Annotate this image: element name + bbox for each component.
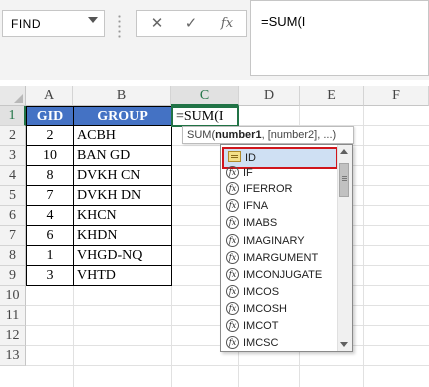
function-icon: fx <box>226 319 239 332</box>
autocomplete-item-label: IFNA <box>243 200 269 212</box>
tooltip-current-argument: number1 <box>215 129 262 141</box>
row-header-13[interactable]: 13 <box>0 346 26 366</box>
formula-bar-splitter[interactable] <box>118 14 121 38</box>
function-icon: fx <box>226 199 239 212</box>
autocomplete-item-imabs[interactable]: fx IMABS <box>222 215 340 231</box>
row-header-3[interactable]: 3 <box>0 146 26 166</box>
table-cell-group[interactable]: BAN GD <box>73 146 172 166</box>
table-cell-group[interactable]: DVKH DN <box>73 186 172 206</box>
table-cell-group[interactable]: VHTD <box>73 266 172 286</box>
function-icon: fx <box>226 302 239 315</box>
table-cell-group[interactable]: VHGD-NQ <box>73 246 172 266</box>
column-header-f[interactable]: F <box>364 86 429 106</box>
row-header-4[interactable]: 4 <box>0 166 26 186</box>
function-icon: fx <box>226 268 239 281</box>
formula-autocomplete-list[interactable]: ID fx IF fx IFERROR fx IFNA fx IMABS fx … <box>220 144 353 352</box>
table-cell-gid[interactable]: 8 <box>26 166 74 186</box>
scroll-up-arrow-icon[interactable] <box>340 149 348 154</box>
autocomplete-item-imcot[interactable]: fx IMCOT <box>222 318 340 334</box>
row-header-7[interactable]: 7 <box>0 226 26 246</box>
function-icon: fx <box>226 182 239 195</box>
autocomplete-item-if[interactable]: fx IF <box>222 165 340 181</box>
column-header-e[interactable]: E <box>300 86 364 106</box>
row-header-6[interactable]: 6 <box>0 206 26 226</box>
table-cell-group[interactable]: DVKH CN <box>73 166 172 186</box>
name-box[interactable]: FIND <box>2 10 105 37</box>
table-cell-gid[interactable]: 1 <box>26 246 74 266</box>
function-icon: fx <box>226 166 239 179</box>
scrollbar-grip-icon <box>342 176 347 177</box>
function-icon: fx <box>226 251 239 264</box>
autocomplete-item-label: IMABS <box>243 217 278 229</box>
table-cell-group[interactable]: KHDN <box>73 226 172 246</box>
column-header-c[interactable]: C <box>171 86 239 106</box>
tooltip-remaining-arguments: , [number2], ...) <box>261 129 337 141</box>
autocomplete-item-imcos[interactable]: fx IMCOS <box>222 284 340 300</box>
function-icon: fx <box>226 285 239 298</box>
row-header-9[interactable]: 9 <box>0 266 26 286</box>
function-icon: fx <box>226 234 239 247</box>
function-icon: fx <box>226 216 239 229</box>
table-cell-gid[interactable]: 2 <box>26 126 74 146</box>
autocomplete-item-label: IMCONJUGATE <box>243 269 323 281</box>
autocomplete-item-imconjugate[interactable]: fx IMCONJUGATE <box>222 267 340 283</box>
autocomplete-item-label: IMCOS <box>243 286 280 298</box>
table-cell-gid[interactable]: 4 <box>26 206 74 226</box>
autocomplete-item-label: IMAGINARY <box>243 235 305 247</box>
autocomplete-item-label: IFERROR <box>243 183 293 195</box>
autocomplete-item-label: IMCSC <box>243 337 279 349</box>
autocomplete-item-label: ID <box>245 152 256 164</box>
row-header-1[interactable]: 1 <box>0 106 26 126</box>
row-header-8[interactable]: 8 <box>0 246 26 266</box>
scroll-down-arrow-icon[interactable] <box>340 342 348 347</box>
function-argument-tooltip[interactable]: SUM(number1, [number2], ...) <box>182 126 354 144</box>
autocomplete-item-label: IMCOT <box>243 320 279 332</box>
row-header-11[interactable]: 11 <box>0 306 26 326</box>
function-icon: fx <box>226 336 239 349</box>
formula-buttons: ✕ ✓ fx <box>136 10 247 37</box>
row-header-5[interactable]: 5 <box>0 186 26 206</box>
cancel-icon[interactable]: ✕ <box>145 14 169 34</box>
enter-icon[interactable]: ✓ <box>179 14 203 34</box>
tooltip-function-name: SUM( <box>187 129 216 141</box>
autocomplete-item-label: IF <box>243 167 253 179</box>
autocomplete-item-imcsc[interactable]: fx IMCSC <box>222 335 340 351</box>
autocomplete-item-label: IMARGUMENT <box>243 252 319 264</box>
formula-input[interactable]: =SUM(I <box>250 0 429 76</box>
table-header-group[interactable]: GROUP <box>73 106 172 126</box>
scrollbar-thumb[interactable] <box>339 163 349 197</box>
row-header-12[interactable]: 12 <box>0 326 26 346</box>
table-cell-group[interactable]: ACBH <box>73 126 172 146</box>
table-name-icon <box>228 151 241 162</box>
gridline <box>26 365 429 366</box>
table-cell-gid[interactable]: 3 <box>26 266 74 286</box>
table-cell-gid[interactable]: 7 <box>26 186 74 206</box>
autocomplete-item-iferror[interactable]: fx IFERROR <box>222 181 340 197</box>
table-cell-gid[interactable]: 10 <box>26 146 74 166</box>
autocomplete-item-imaginary[interactable]: fx IMAGINARY <box>222 233 340 249</box>
autocomplete-item-imargument[interactable]: fx IMARGUMENT <box>222 250 340 266</box>
active-cell-c1[interactable]: =SUM(I <box>171 106 239 127</box>
table-header-gid[interactable]: GID <box>26 106 74 126</box>
insert-function-icon[interactable]: fx <box>215 14 239 34</box>
select-all-triangle-icon <box>14 94 23 103</box>
column-header-a[interactable]: A <box>26 86 73 106</box>
autocomplete-item-imcosh[interactable]: fx IMCOSH <box>222 301 340 317</box>
column-header-b[interactable]: B <box>73 86 171 106</box>
table-cell-gid[interactable]: 6 <box>26 226 74 246</box>
column-header-d[interactable]: D <box>239 86 300 106</box>
name-box-dropdown-icon[interactable] <box>88 17 98 23</box>
table-cell-group[interactable]: KHCN <box>73 206 172 226</box>
row-header-2[interactable]: 2 <box>0 126 26 146</box>
autocomplete-item-ifna[interactable]: fx IFNA <box>222 198 340 214</box>
row-header-10[interactable]: 10 <box>0 286 26 306</box>
autocomplete-item-label: IMCOSH <box>243 303 287 315</box>
